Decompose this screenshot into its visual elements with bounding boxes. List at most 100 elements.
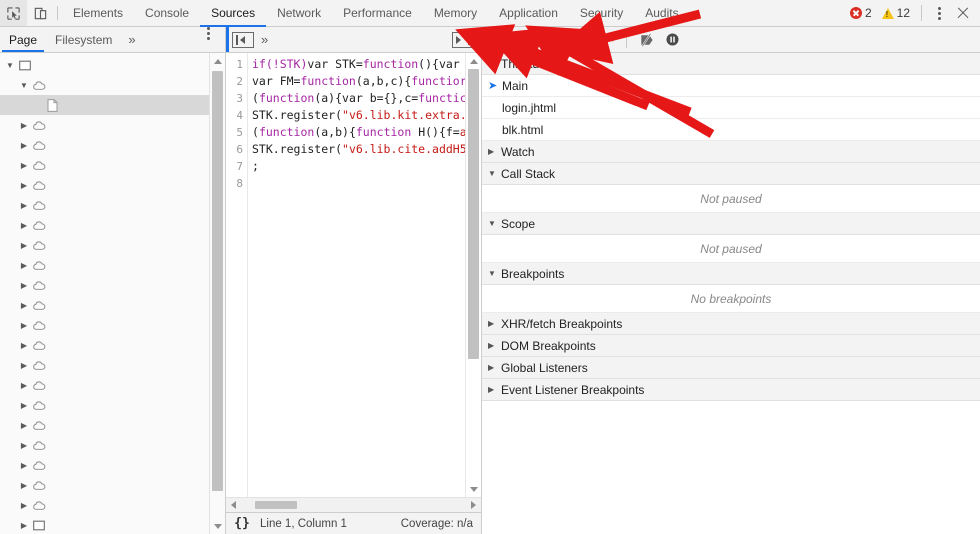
chevron-right-icon[interactable] bbox=[18, 241, 30, 250]
scroll-right-icon[interactable] bbox=[466, 501, 481, 509]
debugger-sections[interactable]: Threads➤ Main login.jhtml blk.html Watch Call… bbox=[482, 53, 980, 534]
tree-item-weibo-com[interactable] bbox=[0, 75, 209, 95]
subtab-page[interactable]: Page bbox=[0, 27, 46, 52]
code-line[interactable] bbox=[252, 175, 465, 192]
tree-item--index-[interactable] bbox=[0, 95, 209, 115]
chevron-right-icon[interactable] bbox=[488, 319, 501, 328]
navigator-menu-icon[interactable] bbox=[197, 27, 219, 52]
device-toolbar-icon[interactable] bbox=[27, 0, 54, 26]
chevron-right-icon[interactable] bbox=[488, 341, 501, 350]
scroll-left-icon[interactable] bbox=[226, 501, 241, 509]
tab-performance[interactable]: Performance bbox=[332, 0, 423, 26]
tree-item-js-t-sinajs-cn[interactable] bbox=[0, 195, 209, 215]
code-line[interactable]: STK.register("v6.lib.cite.addH5 bbox=[252, 141, 465, 158]
tree-item-img-t-sinajs-cn[interactable] bbox=[0, 155, 209, 175]
code-line[interactable]: var FM=function(a,b,c){functior bbox=[252, 73, 465, 90]
code-line[interactable]: (function(a,b){function H(){f=a bbox=[252, 124, 465, 141]
editor-scroll-down-icon[interactable] bbox=[466, 481, 481, 497]
file-tree[interactable] bbox=[0, 53, 209, 534]
chevron-right-icon[interactable] bbox=[18, 521, 30, 530]
main-menu-icon[interactable] bbox=[928, 6, 950, 20]
show-navigator-icon[interactable] bbox=[232, 31, 254, 48]
chevron-right-icon[interactable] bbox=[18, 421, 30, 430]
step-into-icon[interactable] bbox=[542, 28, 568, 52]
section-header-scope[interactable]: Scope bbox=[482, 213, 980, 235]
tree-item-wx2-sinaimg-cn[interactable] bbox=[0, 455, 209, 475]
source-code[interactable]: if(!STK)var STK=function(){var var FM=fu… bbox=[248, 53, 465, 497]
tab-sources[interactable]: Sources bbox=[200, 0, 267, 27]
chevron-right-icon[interactable] bbox=[18, 501, 30, 510]
tab-network[interactable]: Network bbox=[266, 0, 332, 26]
section-header-global-listeners[interactable]: Global Listeners bbox=[482, 357, 980, 379]
chevron-right-icon[interactable] bbox=[18, 401, 30, 410]
chevron-down-icon[interactable] bbox=[4, 61, 16, 70]
section-header-threads[interactable]: Threads bbox=[482, 53, 980, 75]
tab-elements[interactable]: Elements bbox=[62, 0, 134, 26]
tree-item-sbeacon-sina-com-cn[interactable] bbox=[0, 315, 209, 335]
tab-audits[interactable]: Audits bbox=[634, 0, 689, 26]
tree-item-login-jhtml[interactable] bbox=[0, 515, 209, 534]
section-header-breakpoints[interactable]: Breakpoints bbox=[482, 263, 980, 285]
horizontal-scroll-thumb[interactable] bbox=[255, 501, 297, 509]
chevron-right-icon[interactable] bbox=[488, 363, 501, 372]
step-icon[interactable] bbox=[594, 28, 620, 52]
tree-item-h5-sinaimg-cn[interactable] bbox=[0, 135, 209, 155]
chevron-down-icon[interactable] bbox=[18, 81, 30, 90]
editor-more-icon[interactable]: » bbox=[254, 32, 275, 47]
scroll-down-icon[interactable] bbox=[210, 518, 225, 534]
tree-item-login-sina-com-cn[interactable] bbox=[0, 275, 209, 295]
error-badge[interactable]: 2 bbox=[845, 6, 877, 20]
section-header-xhr-breakpoints[interactable]: XHR/fetch Breakpoints bbox=[482, 313, 980, 335]
chevron-right-icon[interactable] bbox=[18, 201, 30, 210]
tab-security[interactable]: Security bbox=[569, 0, 634, 26]
tree-item--no-domain-[interactable] bbox=[0, 115, 209, 135]
chevron-right-icon[interactable] bbox=[18, 381, 30, 390]
show-debugger-icon[interactable] bbox=[452, 31, 474, 48]
pause-script-icon[interactable] bbox=[490, 28, 516, 52]
chevron-right-icon[interactable] bbox=[18, 261, 30, 270]
chevron-right-icon[interactable] bbox=[488, 147, 501, 156]
tree-item-js1-t-sinajs-cn[interactable] bbox=[0, 215, 209, 235]
chevron-right-icon[interactable] bbox=[18, 161, 30, 170]
chevron-right-icon[interactable] bbox=[18, 441, 30, 450]
chevron-right-icon[interactable] bbox=[18, 121, 30, 130]
tree-item-js2-t-sinajs-cn[interactable] bbox=[0, 235, 209, 255]
section-header-dom-breakpoints[interactable]: DOM Breakpoints bbox=[482, 335, 980, 357]
pause-on-exceptions-icon[interactable] bbox=[659, 28, 685, 52]
tree-item-ww4-sinaimg-cn[interactable] bbox=[0, 415, 209, 435]
thread-row-login-jhtml[interactable]: login.jhtml bbox=[482, 97, 980, 119]
tab-console[interactable]: Console bbox=[134, 0, 200, 26]
chevron-right-icon[interactable] bbox=[18, 301, 30, 310]
editor-horizontal-scrollbar[interactable] bbox=[226, 497, 481, 512]
tree-item-wx3-sinaimg-cn[interactable] bbox=[0, 475, 209, 495]
chevron-down-icon[interactable] bbox=[488, 219, 501, 228]
warning-badge[interactable]: 12 bbox=[877, 6, 915, 20]
code-line[interactable]: ; bbox=[252, 158, 465, 175]
tree-item-tvax3-sinaimg-cn[interactable] bbox=[0, 375, 209, 395]
navigator-scroll-thumb[interactable] bbox=[212, 71, 223, 491]
chevron-down-icon[interactable] bbox=[488, 59, 501, 68]
pretty-print-icon[interactable]: {} bbox=[230, 516, 254, 531]
chevron-right-icon[interactable] bbox=[18, 141, 30, 150]
editor-scrollbar[interactable] bbox=[465, 53, 481, 497]
tree-item-rm-api-weibo-com[interactable] bbox=[0, 295, 209, 315]
code-line[interactable]: STK.register("v6.lib.kit.extra. bbox=[252, 107, 465, 124]
section-header-watch[interactable]: Watch bbox=[482, 141, 980, 163]
chevron-right-icon[interactable] bbox=[18, 281, 30, 290]
line-number-gutter[interactable]: 1 2 3 4 5 6 7 8 bbox=[226, 53, 248, 497]
chevron-right-icon[interactable] bbox=[488, 385, 501, 394]
more-tabs-icon[interactable]: » bbox=[121, 27, 142, 52]
tree-item-img4-miaopai-com[interactable] bbox=[0, 175, 209, 195]
tree-item-tvax2-sinaimg-cn[interactable] bbox=[0, 355, 209, 375]
tree-item-jss-t-sinajs-cn[interactable] bbox=[0, 255, 209, 275]
inspect-element-icon[interactable] bbox=[0, 0, 27, 26]
section-header-event-listener-breakpoints[interactable]: Event Listener Breakpoints bbox=[482, 379, 980, 401]
tree-item-top[interactable] bbox=[0, 55, 209, 75]
chevron-down-icon[interactable] bbox=[488, 169, 501, 178]
chevron-right-icon[interactable] bbox=[18, 461, 30, 470]
navigator-scrollbar[interactable] bbox=[209, 53, 225, 534]
subtab-filesystem[interactable]: Filesystem bbox=[46, 27, 121, 52]
editor-scroll-thumb[interactable] bbox=[468, 69, 479, 359]
deactivate-breakpoints-icon[interactable] bbox=[633, 28, 659, 52]
section-header-call-stack[interactable]: Call Stack bbox=[482, 163, 980, 185]
